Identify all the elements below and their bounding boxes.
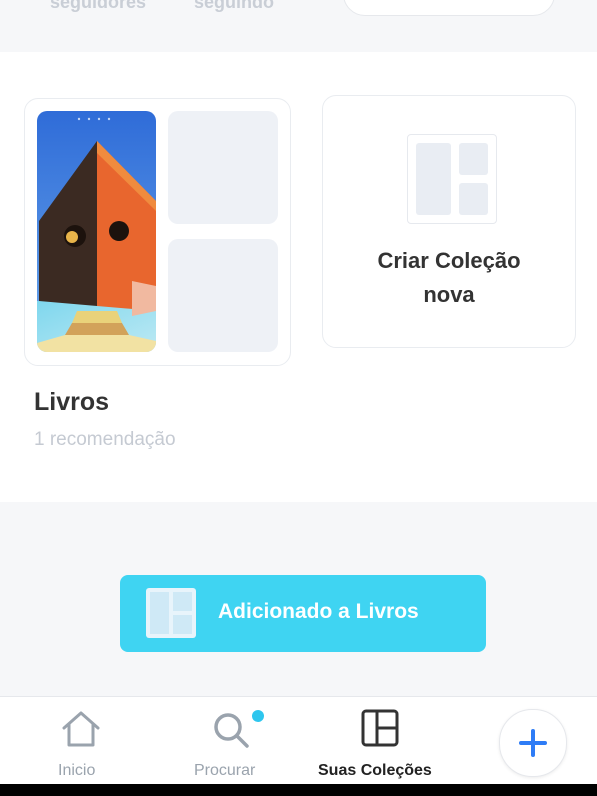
profile-stats-strip: seguidores seguindo bbox=[0, 0, 597, 52]
nav-item-procurar[interactable]: Procurar bbox=[186, 697, 286, 785]
collection-placeholder-top bbox=[168, 111, 278, 224]
plus-icon bbox=[519, 729, 547, 757]
nav-label-suas-colecoes: Suas Coleções bbox=[318, 762, 432, 779]
collections-section: Criar Coleção nova Livros 1 recomendação bbox=[0, 52, 597, 502]
create-collection-label: Criar Coleção nova bbox=[377, 248, 521, 307]
nav-item-suas-colecoes[interactable]: Suas Coleções bbox=[316, 697, 446, 785]
system-bar bbox=[0, 784, 597, 796]
notification-dot bbox=[252, 710, 264, 722]
collection-layout-icon bbox=[407, 134, 497, 224]
collection-count: 1 recomendação bbox=[34, 429, 176, 450]
collection-cover-image bbox=[37, 111, 156, 352]
collection-placeholder-bottom bbox=[168, 239, 278, 352]
add-button[interactable] bbox=[499, 709, 567, 777]
collection-title[interactable]: Livros bbox=[34, 388, 109, 417]
bottom-navigation: Inicio Procurar Suas Coleções bbox=[0, 696, 597, 785]
create-collection-card[interactable]: Criar Coleção nova bbox=[322, 95, 576, 348]
collection-card-livros[interactable] bbox=[24, 98, 291, 366]
nav-item-inicio[interactable]: Inicio bbox=[40, 697, 122, 785]
nav-label-inicio: Inicio bbox=[58, 762, 96, 779]
followers-label[interactable]: seguidores bbox=[50, 0, 146, 13]
toast-message: Adicionado a Livros bbox=[218, 600, 419, 623]
search-icon bbox=[214, 713, 249, 748]
collection-icon bbox=[146, 588, 196, 638]
nav-label-procurar: Procurar bbox=[194, 762, 256, 779]
home-icon bbox=[62, 711, 100, 747]
following-label[interactable]: seguindo bbox=[194, 0, 274, 13]
collections-icon bbox=[361, 709, 399, 747]
added-toast[interactable]: Adicionado a Livros bbox=[120, 575, 486, 652]
edit-profile-button[interactable] bbox=[343, 0, 555, 16]
